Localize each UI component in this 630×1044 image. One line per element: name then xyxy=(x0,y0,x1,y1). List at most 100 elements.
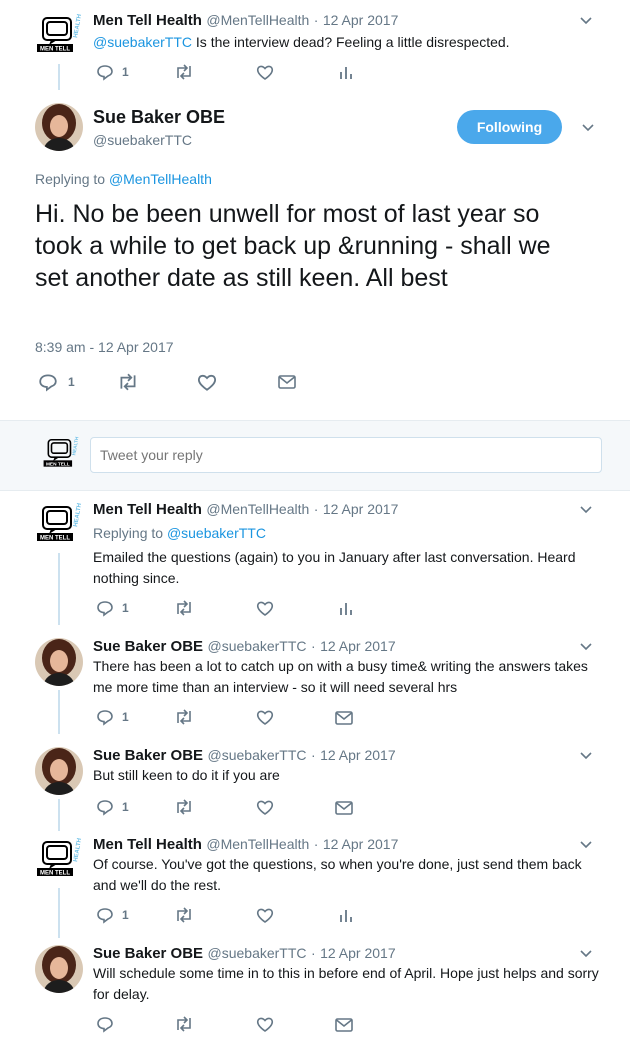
men-tell-health-logo: MEN TELL HEALTH xyxy=(35,12,83,60)
thread-line xyxy=(58,64,60,90)
reply-icon xyxy=(97,800,113,816)
avatar[interactable] xyxy=(35,638,83,686)
display-name[interactable]: Sue Baker OBE xyxy=(93,945,203,962)
svg-text:HEALTH: HEALTH xyxy=(71,436,80,456)
avatar[interactable]: MEN TELL HEALTH xyxy=(35,501,83,549)
reply-action[interactable]: 1 xyxy=(96,906,129,924)
like-heart-icon[interactable] xyxy=(197,372,217,397)
retweet-icon[interactable] xyxy=(174,798,194,821)
tweet-date[interactable]: 12 Apr 2017 xyxy=(323,501,399,517)
reply-action[interactable]: 1 xyxy=(96,798,129,816)
tweet-text: Will schedule some time in to this in be… xyxy=(93,965,599,1002)
retweet-icon[interactable] xyxy=(174,599,194,622)
reply-action[interactable]: 1 xyxy=(96,708,129,726)
mention-link[interactable]: @MenTellHealth xyxy=(109,171,212,187)
avatar: MEN TELL HEALTH xyxy=(42,435,81,473)
following-button[interactable]: Following xyxy=(457,110,562,144)
svg-text:MEN TELL: MEN TELL xyxy=(40,871,70,877)
chevron-down-icon[interactable] xyxy=(578,945,594,961)
retweet-icon[interactable] xyxy=(174,63,194,86)
like-heart-icon[interactable] xyxy=(256,1015,274,1038)
reply-count: 1 xyxy=(122,601,129,615)
chevron-down-icon[interactable] xyxy=(578,12,594,28)
tweet-text: @suebakerTTC Is the interview dead? Feel… xyxy=(93,32,603,53)
direct-message-icon[interactable] xyxy=(334,1015,354,1040)
tweet-date[interactable]: 12 Apr 2017 xyxy=(320,945,396,961)
separator-dot: · xyxy=(313,501,319,517)
user-photo xyxy=(35,103,83,151)
thread-line xyxy=(58,690,60,734)
tweet-date[interactable]: 12 Apr 2017 xyxy=(320,638,396,654)
men-tell-health-logo: MEN TELL HEALTH xyxy=(43,436,81,467)
direct-message-icon[interactable] xyxy=(334,708,354,733)
analytics-icon[interactable] xyxy=(338,63,354,86)
avatar[interactable] xyxy=(35,945,83,993)
avatar[interactable] xyxy=(35,747,83,795)
tweet-date[interactable]: 12 Apr 2017 xyxy=(320,747,396,763)
like-heart-icon[interactable] xyxy=(256,798,274,821)
tweet-date[interactable]: 12 Apr 2017 xyxy=(323,836,399,852)
analytics-icon[interactable] xyxy=(338,906,354,929)
tweet-date[interactable]: 12 Apr 2017 xyxy=(323,12,399,28)
chevron-down-icon[interactable] xyxy=(578,638,594,654)
chevron-down-icon[interactable] xyxy=(578,501,594,517)
tweet-header: Sue Baker OBE @suebakerTTC · 12 Apr 2017 xyxy=(93,747,396,765)
avatar[interactable]: MEN TELL HEALTH xyxy=(35,12,83,60)
retweet-icon[interactable] xyxy=(174,906,194,929)
analytics-icon[interactable] xyxy=(338,599,354,622)
user-handle[interactable]: @suebakerTTC xyxy=(208,638,307,654)
replying-prefix: Replying to xyxy=(93,525,164,541)
chevron-down-icon[interactable] xyxy=(578,836,594,852)
retweet-icon[interactable] xyxy=(174,708,194,731)
display-name[interactable]: Men Tell Health xyxy=(93,501,202,518)
svg-text:MEN TELL: MEN TELL xyxy=(40,536,70,542)
user-handle[interactable]: @MenTellHealth xyxy=(206,12,309,28)
reply-action[interactable]: 1 xyxy=(96,599,129,617)
separator-dot: · xyxy=(313,12,319,28)
chevron-down-icon[interactable] xyxy=(578,747,594,763)
tweet-body: Is the interview dead? Feeling a little … xyxy=(195,34,510,50)
tweet-timestamp[interactable]: 8:39 am - 12 Apr 2017 xyxy=(35,339,174,355)
retweet-icon[interactable] xyxy=(174,1015,194,1038)
reply-count: 1 xyxy=(122,710,129,724)
svg-text:MEN TELL: MEN TELL xyxy=(46,461,70,467)
display-name[interactable]: Men Tell Health xyxy=(93,836,202,853)
like-heart-icon[interactable] xyxy=(256,906,274,929)
reply-count: 1 xyxy=(122,65,129,79)
display-name[interactable]: Sue Baker OBE xyxy=(93,638,203,655)
display-name[interactable]: Men Tell Health xyxy=(93,12,202,29)
user-photo xyxy=(35,638,83,686)
user-handle[interactable]: @MenTellHealth xyxy=(206,836,309,852)
reply-icon xyxy=(97,710,113,726)
tweet-header: Sue Baker OBE @suebakerTTC · 12 Apr 2017 xyxy=(93,945,396,963)
direct-message-icon[interactable] xyxy=(334,798,354,823)
like-heart-icon[interactable] xyxy=(256,708,274,731)
thread-line xyxy=(58,888,60,938)
replying-to: Replying to @suebakerTTC xyxy=(93,525,266,541)
reply-input[interactable] xyxy=(90,437,602,473)
mention-link[interactable]: @suebakerTTC xyxy=(167,525,266,541)
display-name[interactable]: Sue Baker OBE xyxy=(93,747,203,764)
user-photo xyxy=(35,747,83,795)
retweet-icon[interactable] xyxy=(117,372,139,397)
avatar[interactable] xyxy=(35,103,83,151)
reply-icon[interactable] xyxy=(96,1015,114,1038)
reply-action[interactable]: 1 xyxy=(96,63,129,81)
avatar[interactable]: MEN TELL HEALTH xyxy=(35,836,83,884)
reply-count: 1 xyxy=(122,800,129,814)
like-heart-icon[interactable] xyxy=(256,63,274,86)
mention-link[interactable]: @suebakerTTC xyxy=(93,34,192,50)
like-heart-icon[interactable] xyxy=(256,599,274,622)
tweet-text-large: Hi. No be been unwell for most of last y… xyxy=(35,200,551,292)
user-handle[interactable]: @suebakerTTC xyxy=(208,945,307,961)
reply-count: 1 xyxy=(122,908,129,922)
chevron-down-icon[interactable] xyxy=(580,119,596,135)
svg-text:HEALTH: HEALTH xyxy=(73,838,83,863)
user-handle[interactable]: @suebakerTTC xyxy=(208,747,307,763)
reply-icon xyxy=(97,908,113,924)
user-handle[interactable]: @suebakerTTC xyxy=(93,132,192,148)
reply-action[interactable]: 1 xyxy=(38,372,75,392)
user-handle[interactable]: @MenTellHealth xyxy=(206,501,309,517)
display-name[interactable]: Sue Baker OBE xyxy=(93,107,225,128)
direct-message-icon[interactable] xyxy=(277,372,297,397)
